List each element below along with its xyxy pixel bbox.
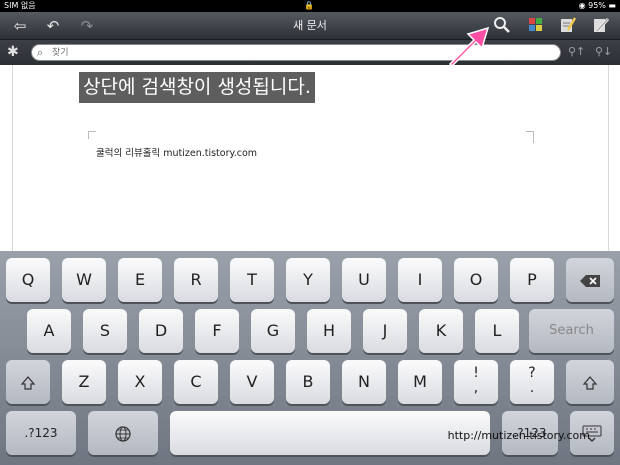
key-question-period[interactable]: ?. xyxy=(510,360,554,404)
search-icon-glyph xyxy=(494,17,510,33)
document-title: 새 문서 xyxy=(293,19,327,32)
insert-icon-glyph xyxy=(529,18,542,31)
shift-left-key[interactable] xyxy=(6,360,50,404)
lock-icon: 🔒 xyxy=(304,1,314,10)
key-k[interactable]: K xyxy=(419,309,463,353)
backspace-key[interactable] xyxy=(566,258,614,302)
key-f[interactable]: F xyxy=(195,309,239,353)
document-body-text[interactable]: 쿨럭의 리뷰홀릭 mutizen.tistory.com xyxy=(96,145,257,159)
space-key[interactable] xyxy=(170,411,490,455)
insert-icon[interactable] xyxy=(525,16,547,36)
search-field-icon: ⌕ xyxy=(37,46,44,59)
key-exclaim-comma[interactable]: !, xyxy=(454,360,498,404)
shift-right-key[interactable] xyxy=(566,360,614,404)
key-exclaim-label: ! xyxy=(473,365,479,381)
page-edge-left xyxy=(12,65,13,251)
key-z[interactable]: Z xyxy=(62,360,106,404)
pointer-arrow-icon xyxy=(448,26,490,68)
toolbar: ⇦ ↶ ↷ 새 문서 xyxy=(0,12,620,40)
crop-mark-top-left xyxy=(88,131,96,139)
watermark-url: http://mutizen.tistory.com xyxy=(447,429,590,442)
key-y[interactable]: Y xyxy=(286,258,330,302)
exit-icon[interactable]: ⇦ xyxy=(9,16,31,36)
globe-icon xyxy=(115,425,131,442)
key-b[interactable]: B xyxy=(286,360,330,404)
key-m[interactable]: M xyxy=(398,360,442,404)
redo-icon[interactable]: ↷ xyxy=(76,16,98,36)
key-u[interactable]: U xyxy=(342,258,386,302)
key-o[interactable]: O xyxy=(454,258,498,302)
format-icon[interactable] xyxy=(557,16,579,36)
key-h[interactable]: H xyxy=(307,309,351,353)
key-n[interactable]: N xyxy=(342,360,386,404)
key-e[interactable]: E xyxy=(118,258,162,302)
shift-right-icon xyxy=(582,375,598,390)
search-next-icon[interactable]: ⚲↓ xyxy=(595,44,612,60)
numbers-key-left[interactable]: .?123 xyxy=(6,411,76,455)
undo-icon[interactable]: ↶ xyxy=(42,16,64,36)
key-c[interactable]: C xyxy=(174,360,218,404)
tools-icon[interactable] xyxy=(590,16,612,36)
globe-key[interactable] xyxy=(88,411,158,455)
key-q[interactable]: Q xyxy=(6,258,50,302)
caption-overlay: 상단에 검색창이 생성됩니다. xyxy=(79,72,315,103)
search-key[interactable]: Search xyxy=(529,309,614,353)
format-icon-glyph xyxy=(561,17,577,32)
search-icon[interactable] xyxy=(491,16,513,36)
key-w[interactable]: W xyxy=(62,258,106,302)
key-a[interactable]: A xyxy=(27,309,71,353)
shift-left-icon xyxy=(20,375,36,390)
key-l[interactable]: L xyxy=(475,309,519,353)
key-r[interactable]: R xyxy=(174,258,218,302)
key-v[interactable]: V xyxy=(230,360,274,404)
key-period-label: . xyxy=(529,380,535,396)
search-previous-icon[interactable]: ⚲↑ xyxy=(568,44,585,60)
gear-icon[interactable]: ✱ xyxy=(7,43,19,61)
battery-label: ◉ 95% ▬ xyxy=(578,1,616,10)
status-bar: SIM 없음 🔒 ◉ 95% ▬ xyxy=(0,0,620,12)
key-p[interactable]: P xyxy=(510,258,554,302)
key-j[interactable]: J xyxy=(363,309,407,353)
search-bar: ✱ ⌕ ⚲↑ ⚲↓ xyxy=(0,40,620,65)
key-s[interactable]: S xyxy=(83,309,127,353)
on-screen-keyboard: Q W E R T Y U I O P A S D F G H J K L Se… xyxy=(0,251,620,465)
carrier-label: SIM 없음 xyxy=(4,1,36,10)
backspace-icon xyxy=(580,274,600,287)
key-x[interactable]: X xyxy=(118,360,162,404)
tools-icon-glyph xyxy=(594,17,610,33)
crop-mark-top-right xyxy=(526,131,534,143)
key-question-label: ? xyxy=(528,365,536,381)
document-canvas[interactable]: 상단에 검색창이 생성됩니다. 쿨럭의 리뷰홀릭 mutizen.tistory… xyxy=(0,65,620,251)
key-comma-label: , xyxy=(473,380,479,396)
key-g[interactable]: G xyxy=(251,309,295,353)
page-edge-right xyxy=(608,65,609,251)
key-t[interactable]: T xyxy=(230,258,274,302)
key-i[interactable]: I xyxy=(398,258,442,302)
key-d[interactable]: D xyxy=(139,309,183,353)
